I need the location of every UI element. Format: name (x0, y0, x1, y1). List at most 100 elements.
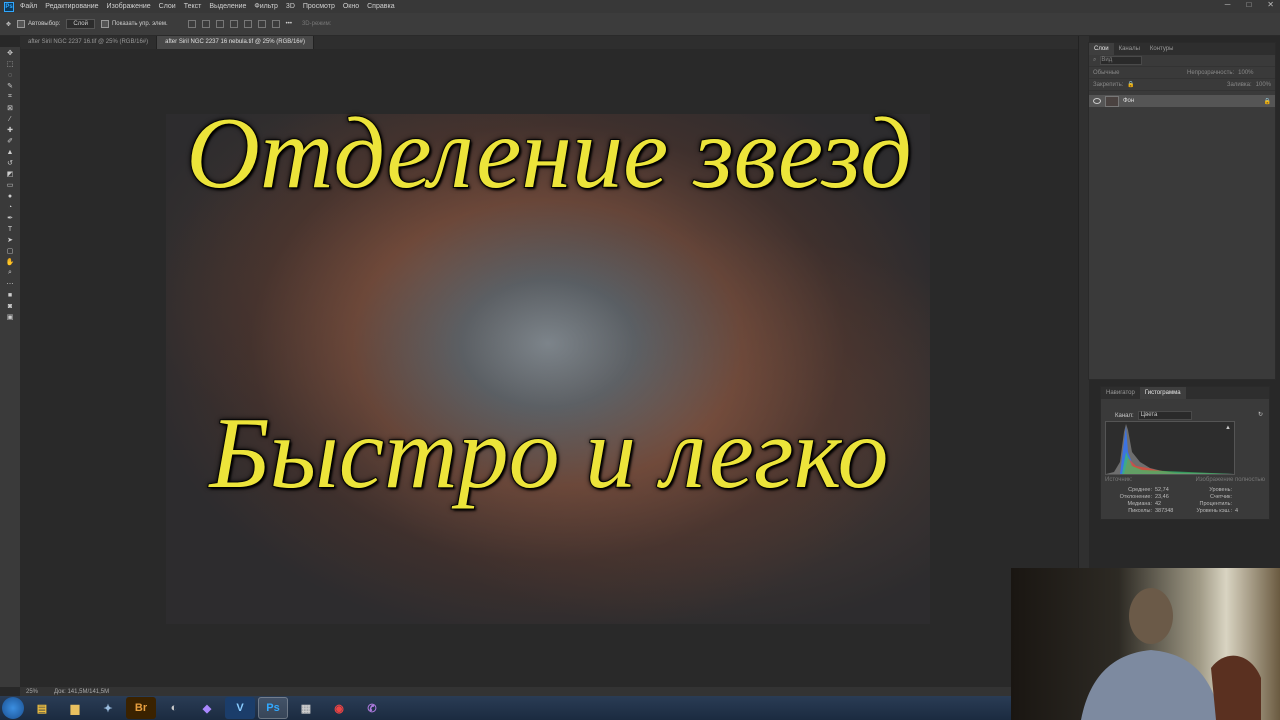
search-icon: ⌕ (1093, 57, 1097, 63)
mode3d-label: 3D-режим: (301, 21, 332, 27)
pen-tool-icon[interactable]: ✒ (5, 214, 15, 222)
refresh-icon[interactable]: ↻ (1258, 411, 1263, 418)
path-select-tool-icon[interactable]: ➤ (5, 236, 15, 244)
tab-histogram[interactable]: Гистограмма (1139, 387, 1186, 399)
histogram-graph (1106, 424, 1234, 474)
vegas-taskbar-icon[interactable]: V (225, 697, 255, 719)
fill-value[interactable]: 100% (1256, 82, 1271, 88)
show-controls-checkbox[interactable] (100, 20, 109, 28)
show-controls-label: Показать упр. элем. (111, 21, 168, 27)
lock-icon[interactable]: 🔒 (1127, 81, 1134, 88)
more-options-icon[interactable]: ••• (286, 21, 292, 27)
layer-kind-select[interactable]: Вид (1100, 56, 1143, 65)
quick-select-tool-icon[interactable]: ✎ (5, 82, 15, 90)
start-button-icon[interactable] (2, 697, 24, 719)
visibility-eye-icon[interactable] (1093, 98, 1101, 104)
align-left-icon[interactable] (187, 20, 196, 28)
align-top-icon[interactable] (243, 20, 252, 28)
quick-mask-icon[interactable]: ◙ (5, 302, 15, 310)
autoselect-checkbox[interactable] (17, 20, 26, 28)
align-right-icon[interactable] (215, 20, 224, 28)
blend-mode-select[interactable]: Обычные (1093, 70, 1183, 76)
stat-value: 52,74 (1155, 487, 1169, 493)
align-middle-icon[interactable] (257, 20, 266, 28)
source-label: Источник: (1105, 477, 1133, 483)
viber-taskbar-icon[interactable]: ✆ (357, 697, 387, 719)
app-taskbar-icon-2[interactable]: ◐ (159, 697, 189, 719)
hand-tool-icon[interactable]: ✋ (5, 258, 15, 266)
histogram-chart (1105, 421, 1235, 475)
close-icon[interactable]: ✕ (1267, 0, 1274, 9)
zoom-level[interactable]: 25% (26, 689, 38, 695)
windows-taskbar: ▤ ▆ ✦ Br ◐ ◆ V Ps ▦ ◉ ✆ (0, 696, 1011, 720)
more-tools-icon[interactable]: ⋯ (5, 280, 15, 288)
marquee-tool-icon[interactable]: ⬚ (5, 60, 15, 68)
minimize-icon[interactable]: ─ (1225, 0, 1231, 9)
calculator-taskbar-icon[interactable]: ▦ (291, 697, 321, 719)
source-value[interactable]: Изображение полностью (1196, 477, 1265, 483)
app-taskbar-icon-3[interactable]: ◆ (192, 697, 222, 719)
menu-filter[interactable]: Фильтр (254, 3, 278, 10)
align-bottom-icon[interactable] (271, 20, 280, 28)
folder-taskbar-icon[interactable]: ▆ (60, 697, 90, 719)
menu-image[interactable]: Изображение (107, 3, 151, 10)
color-swatches-icon[interactable]: ■ (5, 291, 15, 299)
stat-label: Процентиль: (1199, 501, 1232, 507)
distribute-icon[interactable] (229, 20, 238, 28)
align-center-icon[interactable] (201, 20, 210, 28)
menu-3d[interactable]: 3D (286, 3, 295, 10)
move-tool-icon[interactable]: ✥ (6, 21, 11, 28)
document-tabs: after Siril NGC 2237 16.tif @ 25% (RGB/1… (20, 36, 1078, 49)
type-tool-icon[interactable]: T (5, 225, 15, 233)
layer-thumbnail (1105, 95, 1119, 107)
doc-size: Док: 141,5M/141,5M (54, 688, 110, 695)
layer-name: Фон (1123, 98, 1135, 104)
menu-layers[interactable]: Слои (159, 3, 176, 10)
lasso-tool-icon[interactable]: ◌ (5, 71, 15, 79)
tab-paths[interactable]: Контуры (1145, 43, 1179, 55)
layer-row[interactable]: Фон 🔒 (1089, 95, 1275, 107)
menu-file[interactable]: Файл (20, 3, 37, 10)
layers-panel-tabs: Слои Каналы Контуры (1089, 43, 1275, 55)
overlay-title-line1: Отделение звезд (185, 96, 913, 211)
photoshop-taskbar-icon[interactable]: Ps (258, 697, 288, 719)
menu-help[interactable]: Справка (367, 3, 394, 10)
menu-view[interactable]: Просмотр (303, 3, 335, 10)
layer-filter-row: ⌕ Вид (1089, 55, 1275, 67)
stat-value: 23,46 (1155, 494, 1169, 500)
tab-channels[interactable]: Каналы (1114, 43, 1145, 55)
stat-value: 42 (1155, 501, 1162, 507)
photoshop-logo-icon: Ps (4, 1, 14, 12)
tab-document-2[interactable]: after Siril NGC 2237 16 nebula.tif @ 25%… (157, 36, 314, 49)
menu-window[interactable]: Окно (343, 3, 359, 10)
tab-navigator[interactable]: Навигатор (1101, 387, 1140, 399)
blend-row: Обычные Непрозрачность: 100% (1089, 67, 1275, 79)
rectangle-tool-icon[interactable]: ▢ (5, 247, 15, 255)
menu-select[interactable]: Выделение (209, 3, 246, 10)
presenter-silhouette (1081, 588, 1261, 720)
maximize-icon[interactable]: □ (1246, 0, 1251, 9)
screen-mode-icon[interactable]: ▣ (5, 313, 15, 321)
app-taskbar-icon[interactable]: ✦ (93, 697, 123, 719)
stat-value: 4 (1235, 508, 1239, 514)
move-tool-icon[interactable]: ✥ (5, 49, 15, 57)
options-bar: ✥ Автовыбор: Слой Показать упр. элем. ••… (0, 13, 1280, 36)
opacity-value[interactable]: 100% (1238, 70, 1253, 76)
autoselect-dropdown[interactable]: Слой (66, 19, 95, 29)
menu-edit[interactable]: Редактирование (45, 3, 98, 10)
tab-layers[interactable]: Слои (1089, 43, 1114, 55)
clipping-warning-icon[interactable]: ▲ (1225, 425, 1231, 431)
stat-value (1235, 487, 1255, 493)
stat-label: Пикселы: (1128, 508, 1152, 514)
stat-label: Отклонение: (1119, 494, 1152, 500)
overlay-title-line2: Быстро и легко (208, 396, 889, 511)
chrome-taskbar-icon[interactable]: ◉ (324, 697, 354, 719)
opacity-label: Непрозрачность: (1187, 69, 1235, 76)
tab-document-1[interactable]: after Siril NGC 2237 16.tif @ 25% (RGB/1… (20, 36, 158, 49)
zoom-tool-icon[interactable]: ⌕ (5, 269, 15, 277)
menu-text[interactable]: Текст (184, 3, 202, 10)
explorer-taskbar-icon[interactable]: ▤ (27, 697, 57, 719)
bridge-taskbar-icon[interactable]: Br (126, 697, 156, 719)
stat-value (1235, 501, 1255, 507)
channel-select[interactable]: Цвета (1137, 411, 1192, 420)
